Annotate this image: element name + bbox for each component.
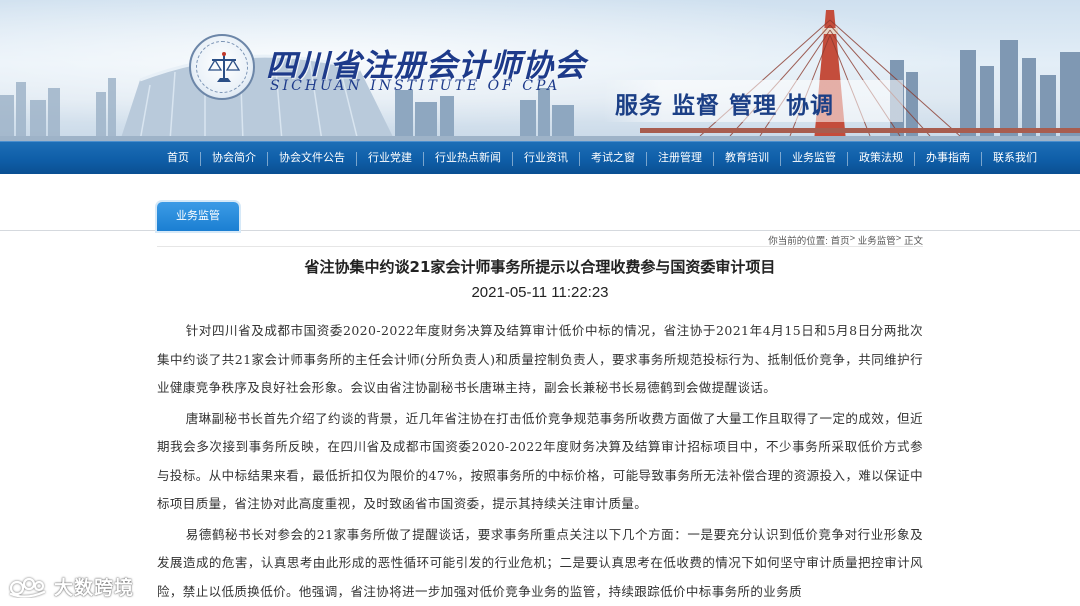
association-seal-logo <box>189 34 255 100</box>
nav-item-label[interactable]: 首页 <box>156 142 200 175</box>
article-body: 针对四川省及成都市国资委2020-2022年度财务决算及结算审计低价中标的情况，… <box>157 317 923 606</box>
nav-item-label[interactable]: 协会文件公告 <box>268 142 356 175</box>
article-paragraph: 针对四川省及成都市国资委2020-2022年度财务决算及结算审计低价中标的情况，… <box>157 323 923 395</box>
nav-item-hot-news[interactable]: 行业热点新闻 <box>424 142 513 175</box>
section-tab-supervision[interactable]: 业务监管 <box>157 202 239 231</box>
nav-item-label[interactable]: 行业资讯 <box>513 142 579 175</box>
nav-item-about[interactable]: 协会简介 <box>201 142 268 175</box>
breadcrumb-divider <box>157 246 923 247</box>
org-name-en: SICHUAN INSTITUTE OF CPA <box>270 78 561 94</box>
article-date: 2021-05-11 11:22:23 <box>471 284 609 301</box>
breadcrumb-separator: > <box>849 233 858 244</box>
watermark-logo-icon <box>9 577 46 598</box>
nav-list: 首页 协会简介 协会文件公告 行业党建 行业热点新闻 行业资讯 考试之窗 注册管… <box>156 142 1048 175</box>
nav-item-label[interactable]: 考试之窗 <box>580 142 646 175</box>
breadcrumb-section-link[interactable]: 业务监管 <box>858 233 896 247</box>
nav-item-industry-info[interactable]: 行业资讯 <box>513 142 580 175</box>
watermark-text: 大数跨境 <box>54 576 135 599</box>
nav-item-registration[interactable]: 注册管理 <box>647 142 714 175</box>
nav-item-label[interactable]: 办事指南 <box>915 142 981 175</box>
breadcrumb-separator: > <box>895 233 904 244</box>
nav-item-label[interactable]: 联系我们 <box>982 142 1048 175</box>
nav-item-label[interactable]: 教育培训 <box>714 142 780 175</box>
article-paragraph: 易德鹤秘书长对参会的21家事务所做了提醒谈话，要求事务所重点关注以下几个方面：一… <box>157 526 923 599</box>
main-nav: 首页 协会简介 协会文件公告 行业党建 行业热点新闻 行业资讯 考试之窗 注册管… <box>0 141 1080 174</box>
breadcrumb-home-link[interactable]: 首页 <box>831 233 850 247</box>
nav-item-label[interactable]: 行业党建 <box>357 142 423 175</box>
nav-item-label[interactable]: 政策法规 <box>848 142 914 175</box>
nav-item-exam[interactable]: 考试之窗 <box>580 142 647 175</box>
nav-item-notices[interactable]: 协会文件公告 <box>268 142 357 175</box>
article-title: 省注协集中约谈21家会计师事务所提示以合理收费参与国资委审计项目 <box>304 258 776 276</box>
breadcrumb: 你当前的位置: 首页 > 业务监管 > 正文 <box>768 233 923 247</box>
breadcrumb-prefix: 你当前的位置: <box>768 236 831 247</box>
balance-scale-icon <box>208 52 240 82</box>
nav-item-guide[interactable]: 办事指南 <box>915 142 982 175</box>
watermark: 大数跨境 <box>8 572 134 600</box>
nav-item-training[interactable]: 教育培训 <box>714 142 781 175</box>
nav-item-regulations[interactable]: 政策法规 <box>848 142 915 175</box>
nav-item-party-building[interactable]: 行业党建 <box>357 142 424 175</box>
nav-item-label[interactable]: 行业热点新闻 <box>424 142 512 175</box>
nav-item-label[interactable]: 业务监管 <box>781 142 847 175</box>
slogan: 服务 监督 管理 协调 <box>615 93 835 119</box>
nav-item-contact[interactable]: 联系我们 <box>982 142 1048 175</box>
site-banner: 四川省注册会计师协会 SICHUAN INSTITUTE OF CPA 服务 监… <box>0 0 1080 141</box>
nav-item-label[interactable]: 注册管理 <box>647 142 713 175</box>
article-paragraph: 唐琳副秘书长首先介绍了约谈的背景，近几年省注协在打击低价竞争规范事务所收费方面做… <box>157 410 923 512</box>
breadcrumb-current: 正文 <box>903 236 923 247</box>
nav-item-label[interactable]: 协会简介 <box>201 142 267 175</box>
nav-item-home[interactable]: 首页 <box>156 142 201 175</box>
nav-item-supervision[interactable]: 业务监管 <box>781 142 848 175</box>
